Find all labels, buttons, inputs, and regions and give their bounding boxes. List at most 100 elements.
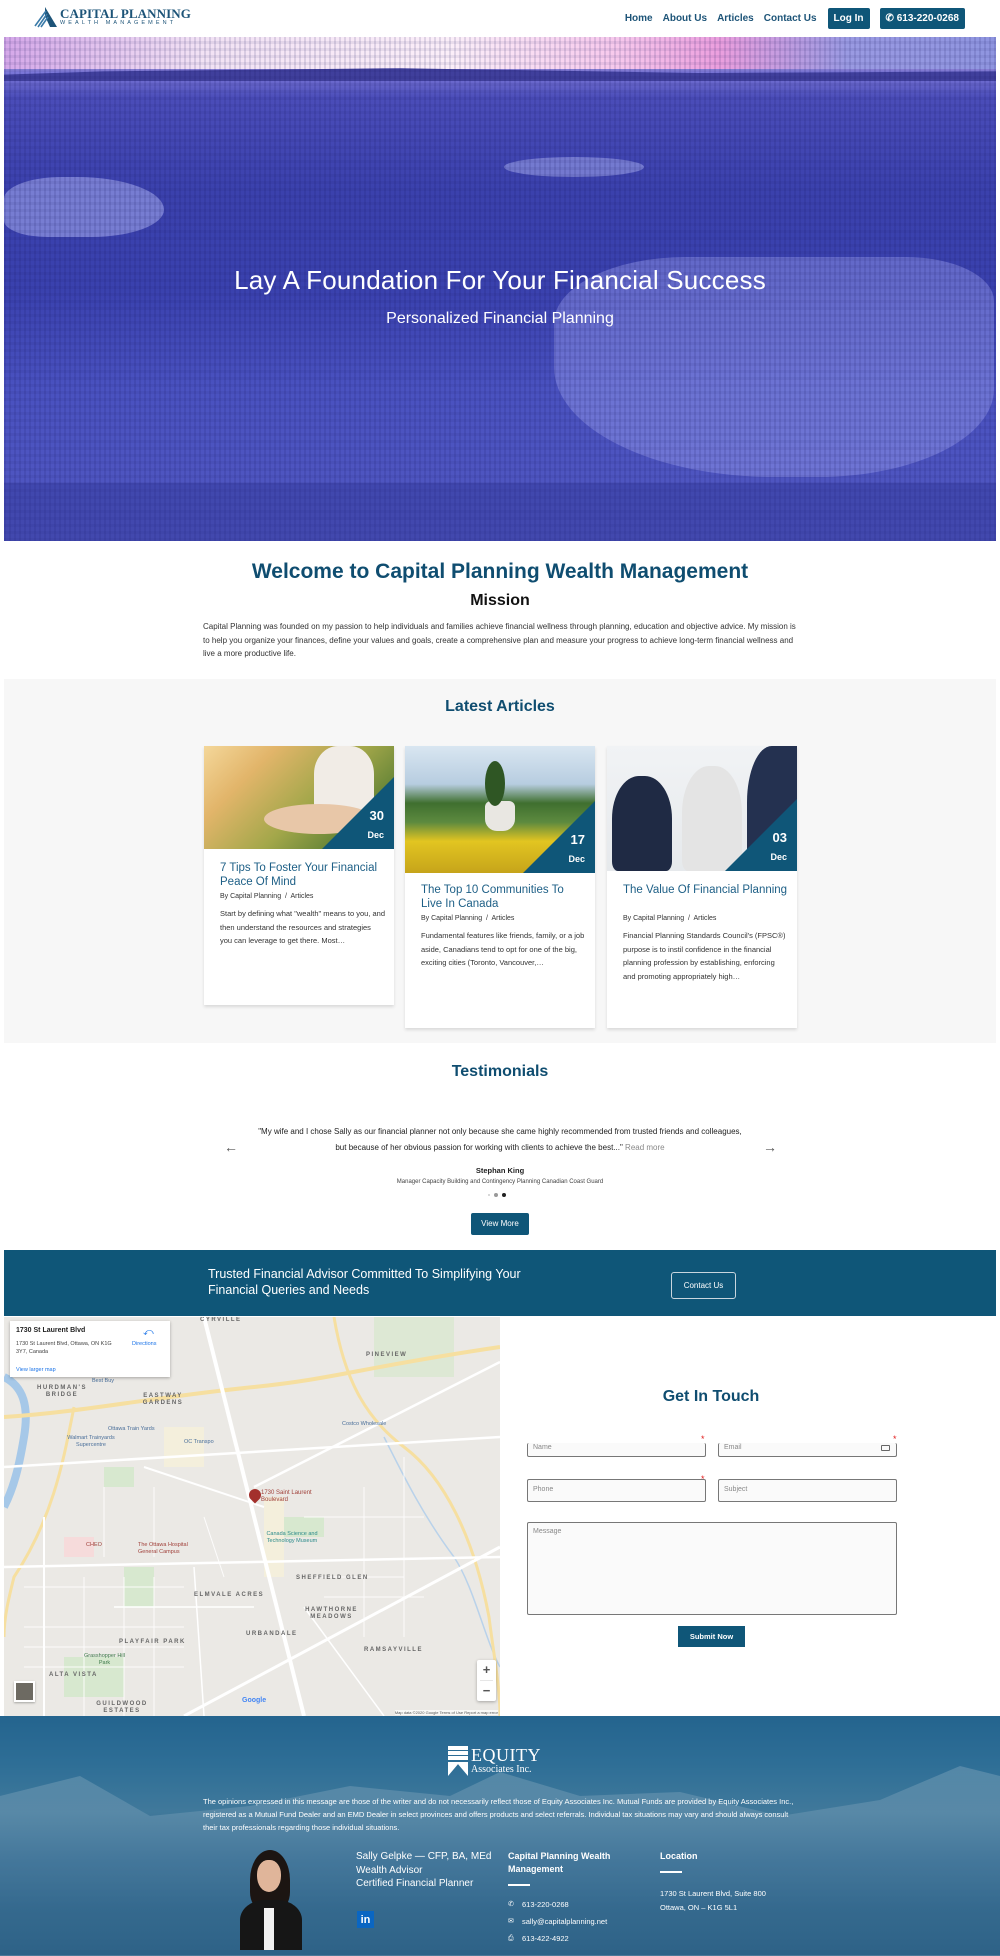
- article-title[interactable]: 7 Tips To Foster Your Financial Peace Of…: [220, 862, 385, 889]
- image-fountain: [485, 801, 515, 831]
- article-title[interactable]: The Top 10 Communities To Live In Canada: [421, 884, 586, 911]
- map-area-label: HURDMAN'S BRIDGE: [37, 1385, 87, 1398]
- testimonials-title: Testimonials: [451, 1063, 549, 1080]
- advisor-info: Sally Gelpke — CFP, BA, MEd Wealth Advis…: [356, 1850, 506, 1891]
- next-arrow-icon[interactable]: →: [763, 1139, 777, 1155]
- article-image-meditation[interactable]: 30 Dec: [204, 746, 394, 849]
- advisor-certification: Certified Financial Planner: [356, 1878, 474, 1889]
- cta-contact-button[interactable]: Contact Us: [671, 1272, 736, 1299]
- article-author[interactable]: By Capital Planning: [421, 915, 482, 922]
- map-poi[interactable]: Costco Wholesale: [342, 1421, 386, 1427]
- hero-title: Lay A Foundation For Your Financial Succ…: [234, 265, 766, 295]
- phone-icon: ✆: [508, 1901, 514, 1908]
- logo-bar: [448, 1746, 468, 1750]
- map-area-label: URBANDALE: [246, 1631, 298, 1637]
- map-area-label: CYRVILLE: [200, 1317, 242, 1323]
- name-field[interactable]: Name: [527, 1443, 706, 1457]
- map-poi[interactable]: Grasshopper Hill Park: [82, 1653, 127, 1667]
- nav-home[interactable]: Home: [625, 13, 653, 24]
- location-info: Location 1730 St Laurent Blvd, Suite 800…: [660, 1850, 810, 1915]
- article-author[interactable]: By Capital Planning: [623, 915, 684, 922]
- article-category[interactable]: Articles: [491, 915, 514, 922]
- envelope-icon: [881, 1445, 890, 1451]
- nav-articles[interactable]: Articles: [717, 13, 754, 24]
- meta-separator: /: [284, 893, 287, 900]
- submit-button[interactable]: Submit Now: [678, 1626, 745, 1647]
- phone-button[interactable]: ✆ 613-220-0268: [879, 8, 965, 29]
- main-nav: Home About Us Articles Contact Us Log In…: [615, 8, 965, 29]
- map-area-label: PLAYFAIR PARK: [119, 1639, 186, 1645]
- satellite-toggle[interactable]: [14, 1681, 35, 1702]
- map-poi[interactable]: Ottawa Train Yards: [108, 1426, 155, 1432]
- article-card[interactable]: 30 Dec 7 Tips To Foster Your Financial P…: [204, 746, 394, 1005]
- logo-mountain-icon: [34, 7, 57, 28]
- zoom-out-button[interactable]: −: [477, 1681, 496, 1701]
- article-card[interactable]: 03 Dec The Value Of Financial Planning B…: [607, 746, 797, 1028]
- subject-field[interactable]: Subject: [718, 1479, 897, 1502]
- logo[interactable]: CAPITAL PLANNING WEALTH MANAGEMENT: [33, 6, 191, 28]
- footer-phone[interactable]: ✆ 613-220-0268: [508, 1896, 638, 1913]
- map-poi[interactable]: Canada Science and Technology Museum: [257, 1531, 327, 1545]
- article-image-meeting[interactable]: 03 Dec: [607, 746, 797, 871]
- view-more-button[interactable]: View More: [471, 1213, 529, 1235]
- article-title[interactable]: The Value Of Financial Planning: [623, 884, 788, 898]
- image-woman: [612, 776, 672, 871]
- required-asterisk: *: [701, 1434, 705, 1444]
- company-heading: Capital Planning Wealth Management: [508, 1851, 611, 1874]
- article-excerpt: Start by defining what "wealth" means to…: [220, 909, 386, 945]
- map-area-label: RAMSAYVILLE: [364, 1647, 423, 1653]
- address-line-1: 1730 St Laurent Blvd, Suite 800: [660, 1889, 766, 1898]
- read-more-link[interactable]: Read more: [625, 1143, 665, 1152]
- footer-email[interactable]: ✉ sally@capitalplanning.net: [508, 1913, 638, 1930]
- logo-bar: [448, 1756, 468, 1760]
- view-larger-map-link[interactable]: View larger map: [16, 1367, 56, 1373]
- map-poi[interactable]: The Ottawa Hospital General Campus: [138, 1542, 208, 1556]
- directions-link[interactable]: Directions: [132, 1341, 156, 1347]
- prev-arrow-icon[interactable]: ←: [224, 1139, 238, 1155]
- date-day: 17: [570, 832, 585, 847]
- map-poi[interactable]: OC Transpo: [184, 1439, 214, 1445]
- image-man: [682, 766, 742, 871]
- carousel-dot-1[interactable]: [488, 1194, 490, 1196]
- map-attribution[interactable]: Map data ©2020 Google Terms of Use Repor…: [394, 1710, 498, 1715]
- logo-name: CAPITAL PLANNING: [60, 6, 192, 21]
- article-excerpt: Fundamental features like friends, famil…: [421, 931, 585, 967]
- article-category[interactable]: Articles: [693, 915, 716, 922]
- phone-button-label: 613-220-0268: [896, 13, 959, 24]
- google-map[interactable]: CYRVILLE PINEVIEW HURDMAN'S BRIDGE EASTW…: [4, 1317, 500, 1716]
- article-author[interactable]: By Capital Planning: [220, 893, 281, 900]
- carousel-dots: [486, 1193, 508, 1197]
- map-info-title: 1730 St Laurent Blvd: [16, 1327, 86, 1334]
- login-button[interactable]: Log In: [827, 8, 870, 29]
- map-area-label: ELMVALE ACRES: [194, 1592, 265, 1598]
- required-asterisk: *: [701, 1474, 705, 1484]
- cta-band: Trusted Financial Advisor Committed To S…: [4, 1250, 996, 1316]
- article-category[interactable]: Articles: [290, 893, 313, 900]
- map-area-label: HAWTHORNE MEADOWS: [305, 1607, 358, 1620]
- map-area-label: ALTA VISTA: [49, 1672, 98, 1678]
- equity-logo-subtext: Associates Inc.: [471, 1764, 532, 1775]
- message-field[interactable]: Message: [527, 1522, 897, 1615]
- footer-fax[interactable]: ⎙ 613-422-4922: [508, 1930, 638, 1947]
- linkedin-icon[interactable]: in: [357, 1911, 374, 1928]
- hero-subtitle: Personalized Financial Planning: [386, 310, 614, 327]
- footer-phone-text: 613-220-0268: [522, 1900, 569, 1909]
- zoom-in-button[interactable]: +: [477, 1660, 496, 1680]
- logo-triangle: [448, 1762, 468, 1776]
- map-poi[interactable]: Walmart Trainyards Supercentre: [56, 1435, 126, 1449]
- nav-contact-us[interactable]: Contact Us: [764, 13, 817, 24]
- carousel-dot-3-active[interactable]: [502, 1193, 506, 1197]
- equity-associates-logo: EQUITY Associates Inc.: [448, 1746, 541, 1776]
- article-image-garden[interactable]: 17 Dec: [405, 746, 595, 873]
- directions-icon[interactable]: ⤺: [143, 1327, 154, 1338]
- email-field[interactable]: Email: [718, 1443, 897, 1457]
- nav-about-us[interactable]: About Us: [663, 13, 707, 24]
- fax-icon: ⎙: [508, 1935, 514, 1942]
- testimonial-author-role: Manager Capacity Building and Contingenc…: [396, 1179, 604, 1185]
- map-poi[interactable]: Best Buy: [92, 1378, 114, 1384]
- meta-separator: /: [687, 915, 690, 922]
- map-poi[interactable]: CHEO: [86, 1542, 102, 1548]
- article-card[interactable]: 17 Dec The Top 10 Communities To Live In…: [405, 746, 595, 1028]
- phone-field[interactable]: Phone: [527, 1479, 706, 1502]
- carousel-dot-2[interactable]: [494, 1193, 498, 1197]
